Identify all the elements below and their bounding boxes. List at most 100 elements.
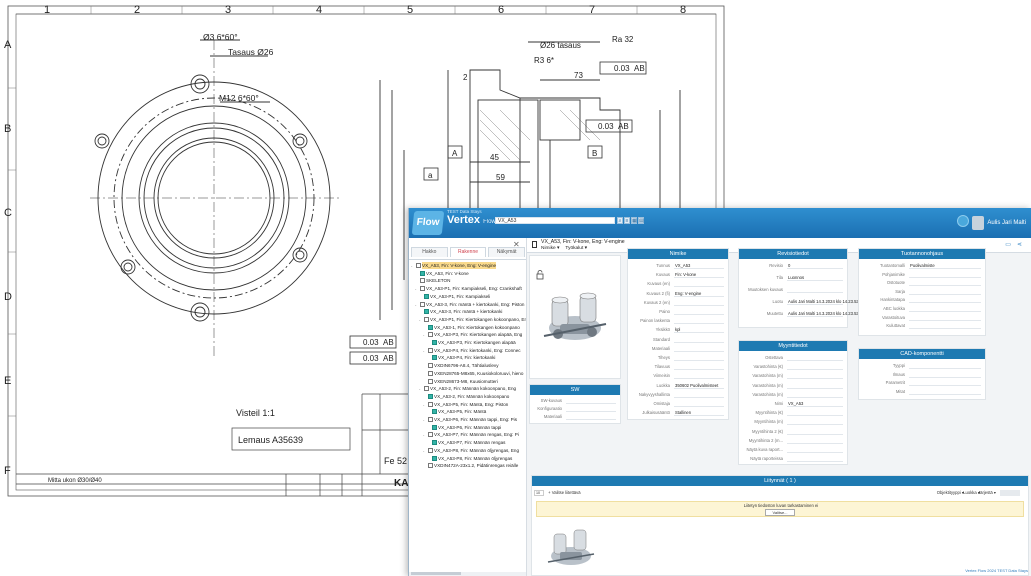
tab-rakenne[interactable]: Rakenne (449, 247, 487, 257)
tree-node[interactable]: VXDIN6796-A8.4, Tähtialuslevy (423, 362, 499, 369)
field-input[interactable] (674, 327, 724, 334)
tree-node[interactable]: - VX_A53, Fin: V-kone, Eng: V-engine (411, 262, 497, 269)
collapse-toggle-icon[interactable]: - (411, 262, 415, 269)
field-input[interactable] (787, 410, 843, 417)
field-input[interactable] (674, 281, 724, 288)
lock-icon[interactable] (536, 270, 544, 280)
attachment-thumbnail[interactable] (544, 524, 598, 574)
field-input[interactable] (787, 287, 843, 293)
field-input[interactable] (674, 392, 724, 398)
field-input[interactable] (909, 363, 981, 369)
field-input[interactable] (909, 289, 981, 295)
field-input[interactable] (787, 355, 843, 361)
tree-node[interactable]: VXEN28765-M8x65, Kuusiokoloruuvi, hieno (423, 370, 523, 377)
search-icon[interactable]: ⌕ (617, 217, 623, 224)
tree-node[interactable]: VX_A53-P6, Fin: Männän tappi (427, 424, 501, 431)
tree-node[interactable]: VX_A53-P7, Fin: Männän rengas (427, 439, 505, 446)
field-input[interactable] (787, 456, 843, 463)
flow-logo[interactable]: Flow (411, 211, 445, 235)
monitor-icon[interactable]: ▭ (1005, 241, 1011, 248)
tree-node[interactable]: VXDIN472A-23x1.2, Pidätinrengas reiälle (423, 462, 518, 469)
filter-objektityyppi[interactable]: Objektityyppi ▾ (937, 489, 964, 497)
warning-select-button[interactable]: Valitse... (765, 509, 795, 516)
tree-node[interactable]: - VX_A53-3, Fin: mäntä + kiertokanki, Eng… (415, 301, 524, 308)
tree-node[interactable]: VX_A53-3, Fin: mäntä + kiertokanki (419, 308, 502, 315)
tree-node[interactable]: - VX_A53-P5, Fin: Mäntä, Eng: Piston (423, 401, 508, 408)
field-input[interactable] (787, 373, 843, 380)
tree-node[interactable]: VX_A53, Fin: V-kone (415, 270, 469, 277)
collapse-toggle-icon[interactable]: - (419, 385, 423, 392)
field-input[interactable] (674, 300, 724, 306)
engine-model-image[interactable] (540, 288, 610, 350)
field-input[interactable] (674, 364, 724, 371)
layout-icon[interactable]: ▤ (638, 217, 644, 224)
tree-node[interactable]: VX_A53-P8, Fin: Männän öljyrengas (427, 455, 512, 462)
tree-node[interactable]: VX_A53-1, Fin: Kiertokangen kokoonpano (423, 324, 520, 331)
filter-icon[interactable]: ≡ (624, 217, 630, 224)
field-input[interactable] (787, 447, 843, 453)
sort-select[interactable]: Järjestä ▾ (978, 489, 996, 497)
field-input[interactable] (674, 346, 724, 352)
field-input[interactable] (787, 392, 843, 398)
tree-node[interactable]: VX_A53-P5, Fin: Mäntä (427, 408, 486, 415)
tree-node[interactable]: - VX_A53-P3, Fin: Kiertokangen alapää, En… (423, 331, 522, 338)
tree-node[interactable]: VX_A53-2, Fin: Männän kokoonpano (423, 393, 509, 400)
tree-node[interactable]: VXEN28673-M8, Kuusiomutteri (423, 378, 498, 385)
field-input[interactable] (674, 309, 724, 315)
field-input[interactable] (787, 438, 843, 444)
field-input[interactable] (909, 272, 981, 278)
field-input[interactable] (566, 398, 616, 404)
field-input[interactable] (909, 372, 981, 378)
field-input[interactable] (909, 315, 981, 321)
share-icon[interactable]: ⋖ (1017, 241, 1022, 248)
field-input[interactable] (909, 306, 981, 312)
field-input[interactable] (674, 401, 724, 407)
collapse-toggle-icon[interactable]: - (423, 431, 427, 438)
tree-node[interactable]: VX_A53-P1, Fin: Kampiakseli (419, 293, 490, 300)
field-input[interactable] (787, 383, 843, 389)
notification-icon[interactable] (957, 215, 969, 227)
field-input[interactable] (787, 263, 843, 269)
menu-nimike[interactable]: Nimike ▾ (541, 246, 559, 251)
collapse-toggle-icon[interactable]: - (423, 347, 427, 354)
tab-nakymat[interactable]: Näkymät (488, 247, 526, 257)
field-input[interactable] (909, 323, 981, 330)
tree-node[interactable]: VX_A53-P4, Fin: kiertokanki (427, 354, 495, 361)
tree-node[interactable]: - VX_A53-P1, Fin: Kampiakseli, Eng: Crank… (415, 285, 522, 292)
field-input[interactable] (787, 364, 843, 371)
tree-node[interactable]: SKELETON (415, 277, 450, 284)
field-input[interactable] (909, 389, 981, 395)
collapse-toggle-icon[interactable]: - (423, 331, 427, 338)
tree-node[interactable]: - VX_A53-2, Fin: Männän kokoonpano, Eng (419, 385, 516, 392)
field-input[interactable] (787, 429, 843, 435)
search-input[interactable]: VX_A53 (495, 217, 615, 224)
field-input[interactable] (566, 406, 616, 412)
field-input[interactable] (674, 337, 724, 343)
collapse-toggle-icon[interactable]: - (423, 401, 427, 408)
view-toggle-icon[interactable] (1000, 490, 1020, 496)
collapse-toggle-icon[interactable]: - (423, 447, 427, 454)
tree-node[interactable]: - VX_A53-P1, Fin: Kiertokangen kokoonpano… (419, 316, 526, 323)
tab-hakko[interactable]: Hakko (411, 247, 448, 257)
add-attachment-button[interactable]: + Valitse liitettävä (548, 490, 580, 495)
field-input[interactable] (787, 419, 843, 426)
menu-tyokalut[interactable]: Työkalut ▾ (565, 246, 587, 251)
tree-node[interactable]: - VX_A53-P6, Fin: Männän tappi, Eng: Pis (423, 416, 517, 423)
field-input[interactable] (566, 414, 616, 420)
status-link[interactable]: Vertex Flow 2024 TEST Data Stays (965, 568, 1028, 573)
collapse-toggle-icon[interactable]: - (419, 316, 423, 323)
field-input[interactable] (674, 355, 724, 361)
tree-node[interactable]: - VX_A53-P4, Fin: kiertokanki, Eng: Conne… (423, 347, 521, 354)
grid-icon[interactable]: ▦ (631, 217, 637, 224)
collapse-toggle-icon[interactable]: - (415, 285, 419, 292)
page-size-select[interactable]: 10 (534, 489, 544, 496)
collapse-toggle-icon[interactable]: - (415, 301, 419, 308)
horizontal-scrollbar[interactable] (409, 572, 526, 576)
field-input[interactable] (674, 373, 724, 380)
field-input[interactable] (909, 280, 981, 287)
user-menu[interactable]: Aulis Jari Malti (972, 213, 1026, 233)
tree-node[interactable]: VX_A53-P3, Fin: Kiertokangen alapää (427, 339, 516, 346)
field-input[interactable] (909, 297, 981, 304)
collapse-toggle-icon[interactable]: - (423, 416, 427, 423)
tree-node[interactable]: - VX_A53-P7, Fin: Männän rengas, Eng: Pi (423, 431, 519, 438)
